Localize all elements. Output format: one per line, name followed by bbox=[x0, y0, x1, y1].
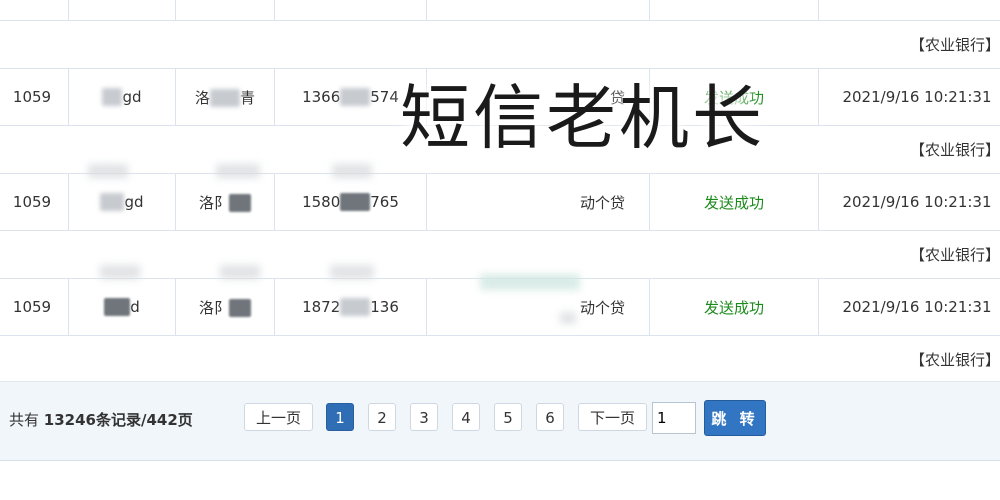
redaction-smudge bbox=[332, 164, 372, 178]
redacted-blur bbox=[229, 194, 251, 212]
status-cell: 发送成功 bbox=[649, 173, 819, 231]
user-text: gd bbox=[124, 192, 144, 211]
product-cell: 动个贷 bbox=[426, 173, 650, 231]
time-cell: 2021/9/16 10:21:31 bbox=[818, 278, 1000, 336]
watermark-text: 短信老机长 bbox=[400, 77, 765, 159]
name-text: 洛阝 bbox=[198, 193, 229, 212]
prev-page-button[interactable]: 上一页 bbox=[244, 403, 313, 431]
message-text: 【农业银行】尊 bbox=[909, 351, 1000, 369]
user-cell: gd bbox=[68, 173, 176, 231]
status-cell: 发送成功 bbox=[649, 278, 819, 336]
redaction-smudge bbox=[480, 274, 580, 290]
redaction-smudge bbox=[220, 265, 260, 279]
user-text: gd bbox=[122, 87, 142, 106]
product-text: 动个贷 bbox=[579, 298, 625, 317]
table-row bbox=[0, 0, 1000, 21]
name-cell: 洛青 bbox=[175, 68, 275, 126]
page-2-button[interactable]: 2 bbox=[368, 403, 396, 431]
phone-text: 765 bbox=[370, 192, 399, 211]
phone-cell: 1872 136 bbox=[274, 278, 427, 336]
redacted-blur bbox=[104, 298, 131, 317]
message-text: 【农业银行】尊 bbox=[909, 141, 1000, 159]
redacted-blur bbox=[102, 88, 123, 107]
redacted-blur bbox=[100, 193, 125, 212]
phone-text: 1872 bbox=[302, 297, 341, 316]
redacted-blur bbox=[340, 88, 371, 107]
name-text: 洛 bbox=[194, 88, 210, 107]
message-text: 【农业银行】尊 bbox=[909, 246, 1000, 264]
redaction-smudge bbox=[100, 265, 140, 279]
user-cell: d bbox=[68, 278, 176, 336]
jump-button[interactable]: 跳 转 bbox=[704, 400, 766, 436]
page-1-button[interactable]: 1 bbox=[326, 403, 354, 431]
record-count: 共有 13246条记录/442页 bbox=[9, 409, 193, 430]
total-value: 13246条记录/442页 bbox=[43, 411, 193, 429]
redacted-blur bbox=[210, 89, 240, 107]
time-cell: 2021/9/16 10:21:31 bbox=[818, 68, 1000, 126]
next-page-button[interactable]: 下一页 bbox=[578, 403, 647, 431]
message-row: 【农业银行】尊 bbox=[0, 335, 1000, 384]
phone-text: 1366 bbox=[302, 87, 341, 106]
id-cell: 1059 bbox=[0, 68, 69, 126]
page-4-button[interactable]: 4 bbox=[452, 403, 480, 431]
name-text: 青 bbox=[240, 88, 256, 107]
pagination-bar: 共有 13246条记录/442页 上一页 1 2 3 4 5 6 下一页 跳 转 bbox=[0, 381, 1000, 461]
redacted-blur bbox=[340, 298, 371, 317]
table-row: 1059 gd 洛阝 1580 765 动个贷 发送成功 2021/9/16 10… bbox=[0, 173, 1000, 231]
name-text: 洛阝 bbox=[198, 298, 229, 317]
id-cell: 1059 bbox=[0, 278, 69, 336]
redaction-smudge bbox=[560, 312, 576, 324]
user-cell: gd bbox=[68, 68, 176, 126]
name-cell: 洛阝 bbox=[175, 173, 275, 231]
phone-text: 574 bbox=[370, 87, 399, 106]
id-cell: 1059 bbox=[0, 173, 69, 231]
phone-text: 136 bbox=[370, 297, 399, 316]
redaction-smudge bbox=[88, 164, 128, 178]
phone-cell: 1580 765 bbox=[274, 173, 427, 231]
page-6-button[interactable]: 6 bbox=[536, 403, 564, 431]
message-text: 【农业银行】尊 bbox=[909, 36, 1000, 54]
sms-log-table: 【农业银行】尊 1059 gd 洛青 1366574 贷 发送成功 2021/9… bbox=[0, 0, 1000, 384]
phone-text: 1580 bbox=[302, 192, 341, 211]
redacted-blur bbox=[340, 193, 371, 212]
user-text: d bbox=[130, 297, 140, 316]
total-label: 共有 bbox=[9, 411, 40, 429]
redaction-smudge bbox=[216, 164, 260, 178]
page-5-button[interactable]: 5 bbox=[494, 403, 522, 431]
name-cell: 洛阝 bbox=[175, 278, 275, 336]
redaction-smudge bbox=[330, 265, 374, 279]
product-text: 动个贷 bbox=[579, 193, 625, 212]
time-cell: 2021/9/16 10:21:31 bbox=[818, 173, 1000, 231]
page-jump-input[interactable] bbox=[652, 402, 696, 434]
message-row: 【农业银行】尊 bbox=[0, 230, 1000, 279]
page-3-button[interactable]: 3 bbox=[410, 403, 438, 431]
redacted-blur bbox=[229, 299, 251, 317]
